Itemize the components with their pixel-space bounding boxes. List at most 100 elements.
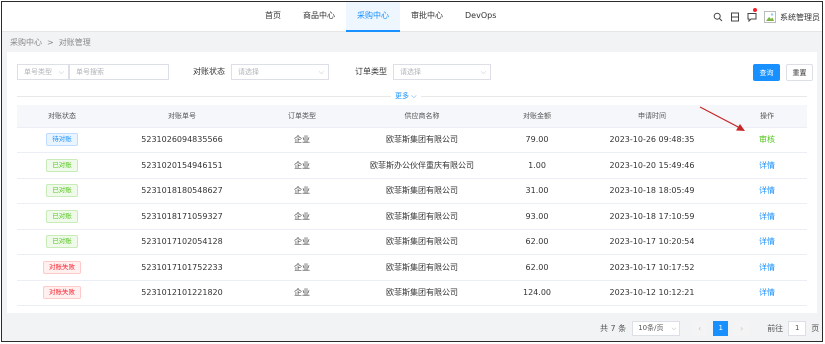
nav-item-home[interactable]: 首页	[254, 2, 292, 32]
reconciliation-table: 对账状态 对账单号 订单类型 供应商名称 对账金额 申请时间 操作 待对账 52…	[17, 105, 807, 306]
detail-link[interactable]: 详情	[759, 288, 775, 297]
more-filters-toggle[interactable]: 更多 ⌵	[391, 90, 421, 102]
time-cell: 2023-10-26 09:48:35	[577, 127, 727, 153]
detail-link[interactable]: 详情	[759, 212, 775, 221]
table-row: 已对账 5231017102054128 企业 欧菲斯集团有限公司 62.00 …	[17, 229, 807, 255]
order-type-cell: 企业	[257, 127, 347, 153]
time-cell: 2023-10-20 15:49:46	[577, 152, 727, 179]
status-badge: 对账失败	[43, 286, 81, 300]
document-icon[interactable]	[726, 2, 743, 32]
order-type-label: 订单类型	[355, 67, 387, 76]
audit-link[interactable]: 审核	[759, 135, 775, 144]
supplier-cell: 欧菲斯集团有限公司	[347, 229, 497, 255]
breadcrumb-item-current: 对账管理	[58, 37, 91, 47]
status-select[interactable]: 请选择 ⌵	[231, 64, 329, 80]
table-row: 对账失败 5231017101752233 企业 欧菲斯集团有限公司 62.00…	[17, 254, 807, 281]
order-no-cell: 5231017102054128	[107, 229, 257, 255]
amount-cell: 79.00	[497, 127, 577, 153]
order-type-select[interactable]: 单号类型 ⌵	[17, 64, 69, 80]
search-icon[interactable]	[709, 2, 726, 32]
time-cell: 2023-10-12 10:12:21	[577, 280, 727, 306]
detail-link[interactable]: 详情	[759, 186, 775, 195]
column-header-action: 操作	[727, 105, 807, 128]
prev-page-button[interactable]: ‹	[692, 321, 708, 336]
order-no-cell: 5231017101752233	[107, 254, 257, 281]
total-count: 共 7 条	[600, 324, 627, 333]
time-cell: 2023-10-17 10:17:52	[577, 254, 727, 281]
column-header-order-no: 对账单号	[107, 105, 257, 128]
nav-item-purchase[interactable]: 采购中心	[346, 2, 400, 32]
breadcrumb-item-purchase[interactable]: 采购中心	[10, 37, 42, 48]
order-no-cell: 5231018180548627	[107, 178, 257, 204]
status-badge: 待对账	[46, 133, 78, 147]
reset-button[interactable]: 重置	[786, 64, 813, 81]
next-page-button[interactable]: ›	[734, 321, 750, 336]
nav-menu: 首页 商品中心 采购中心 审批中心 DevOps	[254, 2, 507, 32]
avatar-icon[interactable]	[764, 11, 776, 23]
amount-cell: 124.00	[497, 280, 577, 306]
order-type-cell: 企业	[257, 280, 347, 306]
order-type-cell: 企业	[257, 152, 347, 179]
time-cell: 2023-10-18 17:10:59	[577, 203, 727, 230]
status-select-placeholder: 请选择	[238, 68, 259, 76]
amount-cell: 93.00	[497, 203, 577, 230]
nav-item-products[interactable]: 商品中心	[292, 2, 346, 32]
top-nav: 首页 商品中心 采购中心 审批中心 DevOps 系统管理员	[2, 2, 822, 32]
user-name[interactable]: 系统管理员	[780, 12, 822, 23]
page-size-select[interactable]: 10条/页 ⌵	[632, 321, 681, 336]
detail-link[interactable]: 详情	[759, 237, 775, 246]
table-row: 已对账 5231018180548627 企业 欧菲斯集团有限公司 31.00 …	[17, 178, 807, 204]
chevron-down-icon: ⌵	[318, 68, 324, 76]
page-unit-label: 页	[811, 324, 820, 333]
page-size-value: 10条/页	[638, 324, 664, 332]
message-icon[interactable]	[743, 2, 760, 32]
order-type-filter-placeholder: 请选择	[400, 68, 421, 76]
search-button[interactable]: 查询	[753, 64, 780, 81]
status-badge: 已对账	[46, 209, 78, 223]
table-row: 对账失败 5231012101221820 企业 欧菲斯集团有限公司 124.0…	[17, 280, 807, 306]
supplier-cell: 欧菲斯办公伙伴重庆有限公司	[347, 152, 497, 179]
column-header-order-type: 订单类型	[257, 105, 347, 128]
nav-tools: 系统管理员	[709, 2, 822, 32]
status-badge: 已对账	[46, 184, 78, 198]
order-type-cell: 企业	[257, 203, 347, 230]
supplier-cell: 欧菲斯集团有限公司	[347, 280, 497, 306]
supplier-cell: 欧菲斯集团有限公司	[347, 127, 497, 153]
column-header-time: 申请时间	[577, 105, 727, 128]
order-type-cell: 企业	[257, 254, 347, 281]
time-cell: 2023-10-18 18:05:49	[577, 178, 727, 204]
table-row: 已对账 5231018171059327 企业 欧菲斯集团有限公司 93.00 …	[17, 203, 807, 230]
filter-panel: 单号类型 ⌵ 单号搜索 对账状态 请选择 ⌵ 订单类型 请选择 ⌵ 查询 重置	[7, 52, 817, 92]
supplier-cell: 欧菲斯集团有限公司	[347, 254, 497, 281]
reconciliation-table-panel: 更多 ⌵ 对账状态 对账单号 订单类型 供应商名称 对账金额 申请时间 操作 待…	[7, 88, 817, 313]
time-cell: 2023-10-17 10:20:54	[577, 229, 727, 255]
order-no-cell: 5231012101221820	[107, 280, 257, 306]
nav-item-devops[interactable]: DevOps	[454, 2, 507, 32]
page-number-current[interactable]: 1	[713, 321, 729, 336]
order-type-filter-select[interactable]: 请选择 ⌵	[393, 64, 491, 80]
detail-link[interactable]: 详情	[759, 263, 775, 272]
pagination: 共 7 条 10条/页 ⌵ ‹ 1 › 前往 1 页	[600, 320, 819, 337]
app-window: 首页 商品中心 采购中心 审批中心 DevOps 系统管理员 采购中心 > 对账…	[1, 1, 823, 342]
table-row: 已对账 5231020154946151 企业 欧菲斯办公伙伴重庆有限公司 1.…	[17, 152, 807, 179]
supplier-cell: 欧菲斯集团有限公司	[347, 203, 497, 230]
column-header-status: 对账状态	[17, 105, 107, 128]
table-header-row: 对账状态 对账单号 订单类型 供应商名称 对账金额 申请时间 操作	[17, 105, 807, 128]
chevron-down-icon: ⌵	[671, 325, 677, 332]
amount-cell: 1.00	[497, 152, 577, 179]
detail-link[interactable]: 详情	[759, 161, 775, 170]
goto-label: 前往	[767, 324, 784, 333]
notification-dot	[753, 8, 757, 12]
order-no-cell: 5231018171059327	[107, 203, 257, 230]
order-no-cell: 5231026094835566	[107, 127, 257, 153]
order-type-cell: 企业	[257, 178, 347, 204]
column-header-supplier: 供应商名称	[347, 105, 497, 128]
order-no-cell: 5231020154946151	[107, 152, 257, 179]
order-no-search-input[interactable]: 单号搜索	[69, 64, 169, 80]
amount-cell: 62.00	[497, 229, 577, 255]
order-type-cell: 企业	[257, 229, 347, 255]
nav-item-approval[interactable]: 审批中心	[400, 2, 454, 32]
table-row: 待对账 5231026094835566 企业 欧菲斯集团有限公司 79.00 …	[17, 127, 807, 153]
goto-page-input[interactable]: 1	[788, 321, 807, 336]
chevron-down-icon: ⌵	[411, 92, 417, 100]
